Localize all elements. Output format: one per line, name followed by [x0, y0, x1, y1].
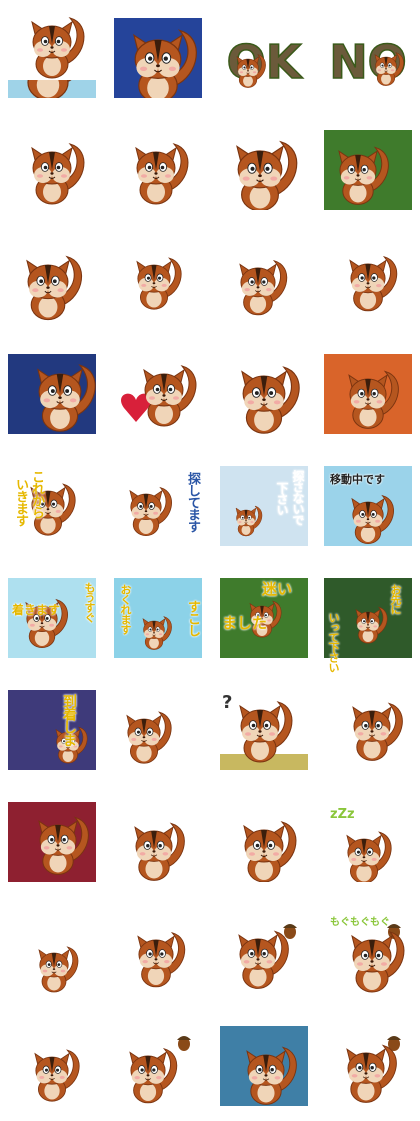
sticker-art [220, 690, 308, 770]
sticker-art [324, 802, 412, 882]
sticker-shy[interactable] [8, 0, 96, 80]
sticker-art [114, 578, 202, 658]
sticker-tea[interactable] [220, 690, 308, 770]
sticker-art [220, 578, 308, 658]
sticker-art [8, 578, 96, 658]
sticker-art [114, 1026, 202, 1106]
sticker-art [8, 354, 96, 434]
sticker-love[interactable] [114, 354, 202, 434]
sticker-art [8, 0, 96, 80]
sticker-art [324, 242, 412, 322]
sticker-search[interactable] [220, 466, 308, 546]
sticker-acorn-hat[interactable] [324, 1026, 412, 1106]
sticker-art [8, 130, 96, 210]
sticker-ok[interactable]: OK [220, 18, 308, 98]
sticker-art [8, 690, 96, 770]
sticker-angry[interactable] [220, 242, 308, 322]
sticker-art [114, 914, 202, 994]
sticker-art [114, 354, 202, 434]
sticker-yawn[interactable] [220, 802, 308, 882]
sticker-sneeze[interactable] [114, 130, 202, 210]
sticker-art [8, 466, 96, 546]
sticker-art [114, 130, 202, 210]
sticker-rain[interactable] [220, 1026, 308, 1106]
sticker-from-now[interactable] [8, 466, 96, 546]
sticker-acorn[interactable] [220, 914, 308, 994]
sticker-art [324, 354, 412, 434]
sticker-art [220, 914, 308, 994]
sticker-arrive[interactable] [8, 578, 96, 658]
sticker-art: NO [324, 18, 412, 98]
sticker-moving[interactable] [324, 466, 412, 546]
sticker-sly[interactable] [114, 18, 202, 98]
sticker-art [220, 354, 308, 434]
sticker-art [220, 466, 308, 546]
sticker-art [114, 18, 202, 98]
sticker-art [324, 914, 412, 994]
sticker-go-ahead[interactable] [8, 690, 96, 770]
sticker-art [324, 690, 412, 770]
sticker-question[interactable] [324, 690, 412, 770]
sticker-art [324, 466, 412, 546]
sticker-art [8, 1026, 96, 1106]
sticker-art [114, 690, 202, 770]
sticker-tree[interactable] [324, 130, 412, 210]
sticker-arrived[interactable] [114, 690, 202, 770]
sticker-sweat[interactable] [220, 354, 308, 434]
sticker-eat[interactable] [324, 914, 412, 994]
sticker-art [114, 242, 202, 322]
sticker-sheet: OK NO これから いきます 探してます 探さないで 下さい 移動中です もう… [0, 0, 420, 1121]
sticker-little[interactable] [220, 578, 308, 658]
sticker-art [8, 914, 96, 994]
sticker-late[interactable] [114, 578, 202, 658]
sticker-looking[interactable] [114, 466, 202, 546]
sticker-art [324, 1026, 412, 1106]
sticker-art [8, 242, 96, 322]
sticker-art [220, 802, 308, 882]
sticker-flowers[interactable] [8, 130, 96, 210]
sticker-sleepy[interactable] [114, 802, 202, 882]
sticker-art [220, 130, 308, 210]
sticker-shock[interactable] [114, 914, 202, 994]
sticker-art: OK [220, 18, 308, 98]
sticker-mask[interactable] [8, 242, 96, 322]
sticker-fluffy[interactable] [114, 1026, 202, 1106]
sticker-dance[interactable] [114, 242, 202, 322]
sticker-art [324, 130, 412, 210]
sticker-no[interactable]: NO [324, 18, 412, 98]
sticker-relax[interactable] [324, 802, 412, 882]
sticker-cake[interactable] [324, 242, 412, 322]
sticker-art [114, 466, 202, 546]
sticker-munch[interactable] [8, 1026, 96, 1106]
sticker-fire[interactable] [324, 354, 412, 434]
sticker-laugh[interactable] [220, 130, 308, 210]
sticker-curtain[interactable] [8, 802, 96, 882]
sticker-background [220, 466, 308, 546]
sticker-art [114, 802, 202, 882]
sticker-art [220, 242, 308, 322]
sticker-flash[interactable] [8, 354, 96, 434]
sticker-art [220, 1026, 308, 1106]
sticker-lost[interactable] [324, 578, 412, 658]
sticker-art [8, 802, 96, 882]
sticker-z[interactable] [8, 914, 96, 994]
sticker-art [324, 578, 412, 658]
